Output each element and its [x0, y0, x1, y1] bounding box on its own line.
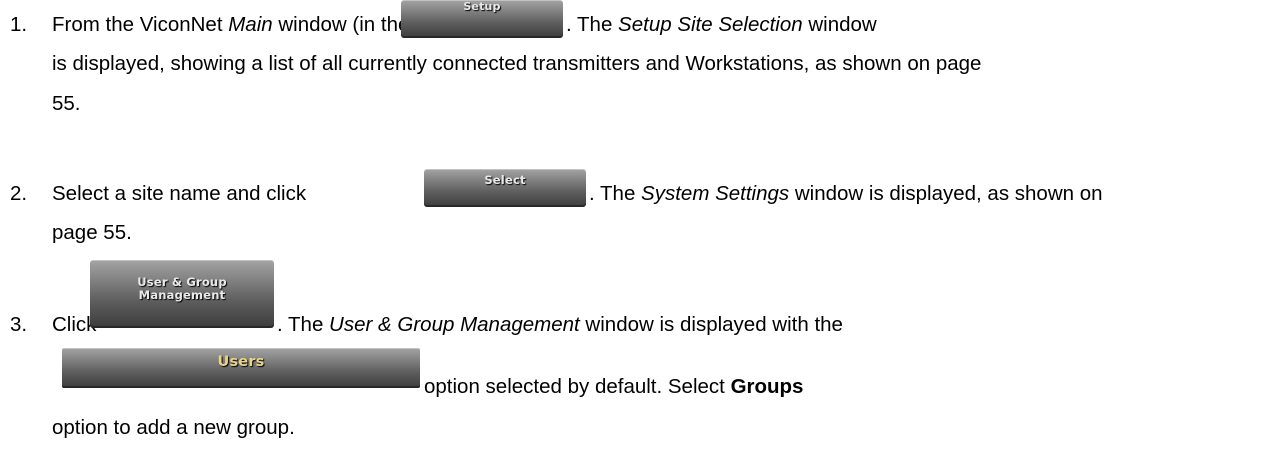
step-3-number: 3. [10, 313, 28, 336]
select-button[interactable]: Select [424, 169, 586, 207]
step-2-line-2: page 55. [52, 221, 132, 244]
groups-option-name: Groups [730, 375, 804, 398]
step-3-line-3: option to add a new group. [52, 416, 295, 439]
user-group-management-button[interactable]: User & Group Management [90, 260, 274, 328]
main-window-name: Main [228, 13, 273, 36]
system-settings-window-name: System Settings [641, 182, 790, 205]
step-3-line-1-cont: . The User & Group Management window is … [277, 313, 843, 336]
step-1-number: 1. [10, 13, 28, 36]
user-group-management-window-name: User & Group Management [329, 313, 580, 336]
step-2-line-1: Select a site name and click [52, 182, 307, 205]
step-1-line-3: 55. [52, 92, 81, 115]
step-1-line-2: is displayed, showing a list of all curr… [52, 52, 982, 75]
step-3-line-2: option selected by default. Select Group… [424, 375, 804, 398]
step-1-line-1-cont: . The Setup Site Selection window [566, 13, 877, 36]
step-2-line-1-cont: . The System Settings window is displaye… [589, 182, 1103, 205]
users-option-button[interactable]: Users [62, 348, 420, 388]
setup-site-selection-window-name: Setup Site Selection [618, 13, 803, 36]
setup-button[interactable]: Setup [401, 0, 563, 38]
step-2-number: 2. [10, 182, 28, 205]
